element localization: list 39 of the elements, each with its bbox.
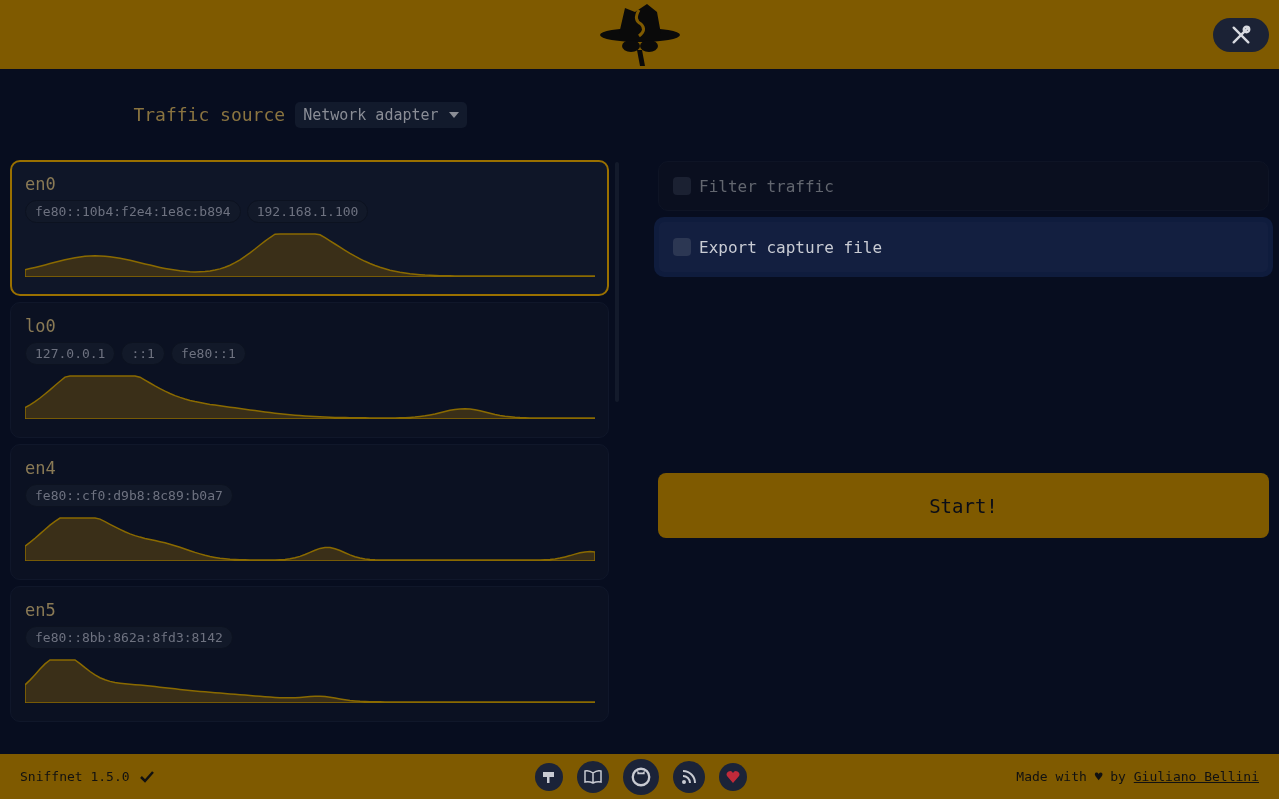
option-row[interactable]: Filter traffic [658, 161, 1269, 211]
adapter-card[interactable]: lo0 127.0.0.1 ::1 fe80::1 [10, 302, 609, 438]
checkbox[interactable] [673, 238, 691, 256]
heart-icon [726, 770, 740, 783]
adapter-name: en5 [25, 600, 56, 620]
book-icon [584, 769, 602, 784]
settings-button[interactable] [1213, 18, 1269, 52]
address-tag: fe80::cf0:d9b8:8c89:b0a7 [25, 484, 233, 507]
github-button[interactable] [623, 758, 659, 795]
sponsor-button[interactable] [719, 762, 747, 791]
option-label: Export capture file [699, 237, 883, 257]
checkmark-icon [139, 770, 154, 783]
adapter-card[interactable]: en5 fe80::8bb:862a:8fd3:8142 [10, 586, 609, 722]
adapter-name: lo0 [25, 316, 56, 336]
author-link[interactable]: Giuliano Bellini [1133, 769, 1259, 784]
credits-text: Made with ♥ by Giuliano Bellini [1016, 769, 1259, 784]
option-label: Filter traffic [699, 176, 834, 196]
tools-icon [1230, 24, 1252, 46]
start-button[interactable]: Start! [658, 473, 1269, 538]
address-tag: fe80::10b4:f2e4:1e8c:b894 [25, 200, 241, 223]
address-tag: 127.0.0.1 [25, 342, 116, 365]
address-tag: 192.168.1.100 [246, 200, 369, 223]
rss-button[interactable] [673, 760, 705, 793]
adapter-name: en4 [25, 458, 56, 478]
option-row[interactable]: Export capture file [654, 217, 1273, 277]
traffic-source-picker[interactable]: Network adapter [295, 101, 467, 128]
traffic-source-label: Traffic source [133, 104, 286, 125]
address-tag: fe80::1 [170, 342, 246, 365]
caret-icon [448, 111, 459, 118]
address-tag: ::1 [121, 342, 165, 365]
adapter-name: en0 [25, 174, 56, 194]
signpost-icon [542, 769, 556, 784]
address-tag: fe80::8bb:862a:8fd3:8142 [25, 626, 233, 649]
adapter-card[interactable]: en0 fe80::10b4:f2e4:1e8c:b894 192.168.1.100 [10, 160, 609, 296]
rss-icon [682, 769, 696, 784]
wiki-button[interactable] [577, 760, 609, 793]
adapter-card[interactable]: en4 fe80::cf0:d9b8:8c89:b0a7 [10, 444, 609, 580]
signpost-button[interactable] [535, 762, 563, 791]
version-label: Sniffnet 1.5.0 [20, 769, 130, 784]
